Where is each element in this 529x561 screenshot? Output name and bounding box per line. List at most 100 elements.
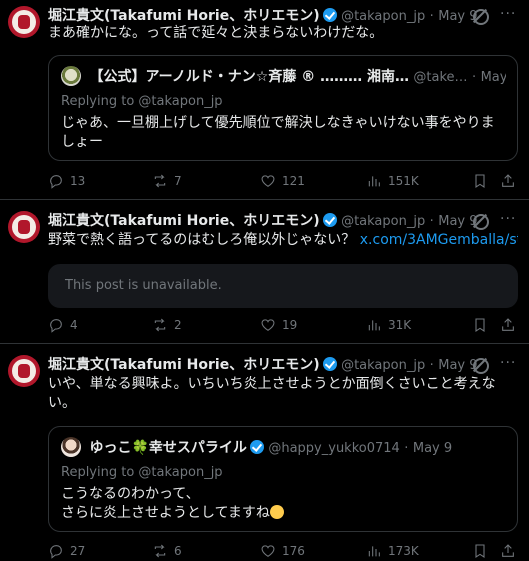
view-count: 151K <box>388 174 419 188</box>
reply-icon <box>50 175 62 189</box>
repost-count: 2 <box>174 318 182 332</box>
repost-button[interactable]: 2 <box>152 315 182 335</box>
views-button[interactable]: 31K <box>366 315 411 335</box>
views-icon <box>368 176 380 187</box>
reply-count: 13 <box>70 174 86 188</box>
views-icon <box>368 546 380 557</box>
tweet-link[interactable]: x.com/3AMGemballa/st… <box>360 232 518 248</box>
more-options-button[interactable]: ··· <box>500 355 516 371</box>
like-count: 176 <box>282 544 305 558</box>
separator-dot: · <box>404 441 409 456</box>
verified-icon <box>322 213 337 227</box>
share-icon <box>502 544 514 557</box>
divider <box>0 343 529 344</box>
repost-button[interactable]: 7 <box>152 171 182 191</box>
quoted-author-name-a: ゆっこ <box>89 440 132 456</box>
like-count: 19 <box>282 318 298 332</box>
share-button[interactable] <box>500 541 522 561</box>
quoted-header: ゆっこ🍀幸せスパライル @happy_yukko0714 · May 9 <box>61 437 506 459</box>
more-options-button[interactable]: ··· <box>500 211 516 227</box>
separator-dot: · <box>429 214 434 229</box>
bookmark-icon <box>475 174 485 188</box>
post-date[interactable]: May 9 <box>438 9 477 24</box>
quoted-text-line-2: さらに炎上させようとしてますね <box>61 505 270 521</box>
quoted-text-line-2-container: さらに炎上させようとしてますね <box>61 504 501 523</box>
share-button[interactable] <box>500 315 522 335</box>
repost-count: 7 <box>174 174 182 188</box>
view-count: 173K <box>388 544 419 558</box>
author-handle[interactable]: @takapon_jp <box>341 214 425 229</box>
unavailable-text: This post is unavailable. <box>65 278 222 293</box>
quoted-date: May 9 <box>412 441 453 456</box>
like-count: 121 <box>282 174 305 188</box>
repost-count: 6 <box>174 544 182 558</box>
repost-icon <box>154 174 166 188</box>
bookmark-button[interactable] <box>472 171 494 191</box>
more-options-button[interactable]: ··· <box>500 6 516 22</box>
tweet-header: 堀江貴文(Takafumi Horie、ホリエモン) @takapon_jp ·… <box>48 355 478 375</box>
avatar[interactable] <box>8 6 40 38</box>
tweet-text: いや、単なる興味よ。いちいち炎上させようとか面倒くさいこと考えない。 <box>48 376 496 411</box>
repost-button[interactable]: 6 <box>152 541 182 561</box>
quoted-author-handle: @happy_yukko0714 <box>268 441 400 456</box>
quoted-header: 【公式】アーノルド・ナン☆斉藤 ® ……… 湘南… @take… · May 9 <box>61 66 506 88</box>
replying-to: Replying to @takapon_jp <box>61 465 223 480</box>
views-button[interactable]: 173K <box>366 541 419 561</box>
grok-icon[interactable] <box>473 358 489 374</box>
replying-to: Replying to @takapon_jp <box>61 94 223 109</box>
view-count: 31K <box>388 318 412 332</box>
bookmark-button[interactable] <box>472 541 494 561</box>
views-button[interactable]: 151K <box>366 171 419 191</box>
quoted-tweet[interactable]: 【公式】アーノルド・ナン☆斉藤 ® ……… 湘南… @take… · May 9… <box>48 55 518 161</box>
separator-dot: · <box>472 70 477 85</box>
repost-icon <box>154 318 166 332</box>
quoted-avatar <box>61 66 81 86</box>
avatar[interactable] <box>8 211 40 243</box>
reply-button[interactable]: 13 <box>48 171 85 191</box>
like-button[interactable]: 121 <box>260 171 305 191</box>
author-handle[interactable]: @takapon_jp <box>341 9 425 24</box>
author-name[interactable]: 堀江貴文(Takafumi Horie、ホリエモン) <box>48 213 320 229</box>
tweet-3[interactable]: 堀江貴文(Takafumi Horie、ホリエモン) @takapon_jp ·… <box>0 355 529 559</box>
repost-icon <box>154 544 166 558</box>
quoted-text-line-1: こうなるのわかって、 <box>61 486 200 502</box>
author-name[interactable]: 堀江貴文(Takafumi Horie、ホリエモン) <box>48 357 320 373</box>
action-bar: 13 7 121 151K <box>48 171 518 191</box>
reply-count: 27 <box>70 544 86 558</box>
tweet-1[interactable]: 堀江貴文(Takafumi Horie、ホリエモン) @takapon_jp ·… <box>0 6 529 196</box>
reply-button[interactable]: 27 <box>48 541 85 561</box>
bookmark-icon <box>475 544 485 558</box>
quoted-text: こうなるのわかって、 さらに炎上させようとしてますね <box>61 485 501 523</box>
quoted-text: じゃあ、一旦棚上げして優先順位で解決しなきゃいけない事をやりましょー <box>61 115 495 150</box>
like-button[interactable]: 176 <box>260 541 305 561</box>
tweet-text: 野菜で熱く語ってるのはむしろ俺以外じゃない？ <box>48 232 356 248</box>
quoted-date: May 9 <box>480 70 506 85</box>
tweet-2[interactable]: 堀江貴文(Takafumi Horie、ホリエモン) @takapon_jp ·… <box>0 211 529 341</box>
share-button[interactable] <box>500 171 522 191</box>
reply-button[interactable]: 4 <box>48 315 78 335</box>
share-icon <box>502 174 514 187</box>
tweet-header: 堀江貴文(Takafumi Horie、ホリエモン) @takapon_jp ·… <box>48 6 478 26</box>
grok-icon[interactable] <box>473 9 489 25</box>
bookmark-button[interactable] <box>472 315 494 335</box>
like-button[interactable]: 19 <box>260 315 297 335</box>
verified-icon <box>322 8 337 22</box>
author-handle[interactable]: @takapon_jp <box>341 358 425 373</box>
quoted-tweet[interactable]: ゆっこ🍀幸せスパライル @happy_yukko0714 · May 9 Rep… <box>48 426 518 532</box>
author-name[interactable]: 堀江貴文(Takafumi Horie、ホリエモン) <box>48 8 320 24</box>
tweet-text-container: 野菜で熱く語ってるのはむしろ俺以外じゃない？ x.com/3AMGemballa… <box>48 231 518 250</box>
divider <box>0 199 529 200</box>
reply-icon <box>50 319 62 333</box>
share-icon <box>502 318 514 331</box>
reply-icon <box>50 545 62 559</box>
clover-emoji: 🍀 <box>131 440 149 456</box>
separator-dot: · <box>429 9 434 24</box>
verified-icon <box>249 440 264 454</box>
post-date[interactable]: May 9 <box>438 358 477 373</box>
post-date[interactable]: May 9 <box>438 214 477 229</box>
smile-emoji-icon <box>269 505 284 519</box>
unavailable-post: This post is unavailable. <box>48 264 518 308</box>
like-icon <box>261 319 275 331</box>
grok-icon[interactable] <box>473 214 489 230</box>
avatar[interactable] <box>8 355 40 387</box>
